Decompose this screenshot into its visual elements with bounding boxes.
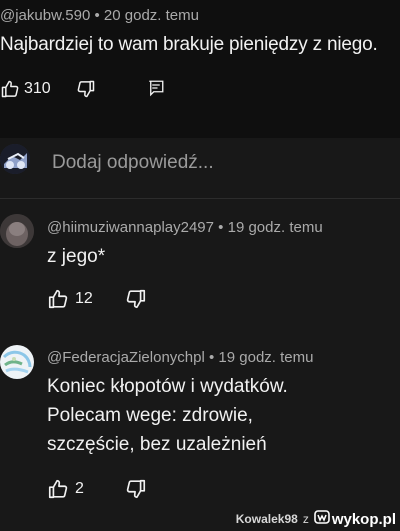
comment-meta: @jakubw.590 • 20 godz. temu [0, 7, 199, 24]
comment-time: 20 godz. temu [103, 7, 199, 24]
meta-separator: • [208, 349, 215, 366]
like-count: 12 [75, 290, 93, 307]
reply-input-row: Dodaj odpowiedź... [0, 138, 400, 198]
reply-author[interactable]: @hiimuziwannaplay2497 [47, 219, 214, 236]
reply-text: Koniec kłopotów i wydatków. Polecam wege… [47, 376, 288, 455]
reply-text: z jego* [47, 246, 106, 267]
wykop-logo-icon [314, 509, 330, 529]
watermark-user: Kowalek98 [235, 512, 298, 526]
meta-separator: • [94, 7, 100, 24]
watermark-via: z [302, 512, 309, 526]
wykop-logo: wykop.pl [314, 509, 396, 529]
thumb-up-icon[interactable] [0, 79, 20, 99]
wykop-watermark: Kowalek98 z wykop.pl [229, 507, 400, 531]
reply-time: 19 godz. temu [218, 349, 314, 366]
comment-author[interactable]: @jakubw.590 [0, 7, 90, 24]
reply-actions: 2 [47, 478, 84, 500]
reply-input[interactable]: Dodaj odpowiedź... [52, 152, 214, 174]
comment-thread: @jakubw.590 • 20 godz. temu Najbardziej … [0, 0, 400, 531]
thumb-up-icon[interactable] [47, 288, 69, 310]
reply-actions: 12 [47, 288, 93, 310]
reply-meta: @hiimuziwannaplay2497 • 19 godz. temu [47, 219, 323, 236]
reply-meta: @FederacjaZielonychpl • 19 godz. temu [47, 349, 313, 366]
comment-icon[interactable] [147, 79, 165, 97]
thumb-down-icon[interactable] [76, 79, 96, 99]
original-comment: @jakubw.590 • 20 godz. temu Najbardziej … [0, 0, 400, 138]
reply-time: 19 godz. temu [227, 219, 323, 236]
comment-text: Najbardziej to wam brakuje pieniędzy z n… [0, 34, 378, 55]
divider [0, 198, 400, 199]
comment-actions: 310 [0, 79, 51, 99]
watermark-site: wykop.pl [331, 510, 396, 528]
meta-separator: • [218, 219, 224, 236]
reply-avatar[interactable] [0, 214, 34, 248]
user-avatar[interactable] [0, 144, 30, 174]
reply-avatar[interactable] [0, 345, 34, 379]
thumb-down-icon[interactable] [125, 288, 147, 310]
like-count: 310 [24, 80, 51, 97]
reply-author[interactable]: @FederacjaZielonychpl [47, 349, 205, 366]
thumb-up-icon[interactable] [47, 478, 69, 500]
like-count: 2 [75, 480, 84, 497]
thumb-down-icon[interactable] [125, 478, 147, 500]
